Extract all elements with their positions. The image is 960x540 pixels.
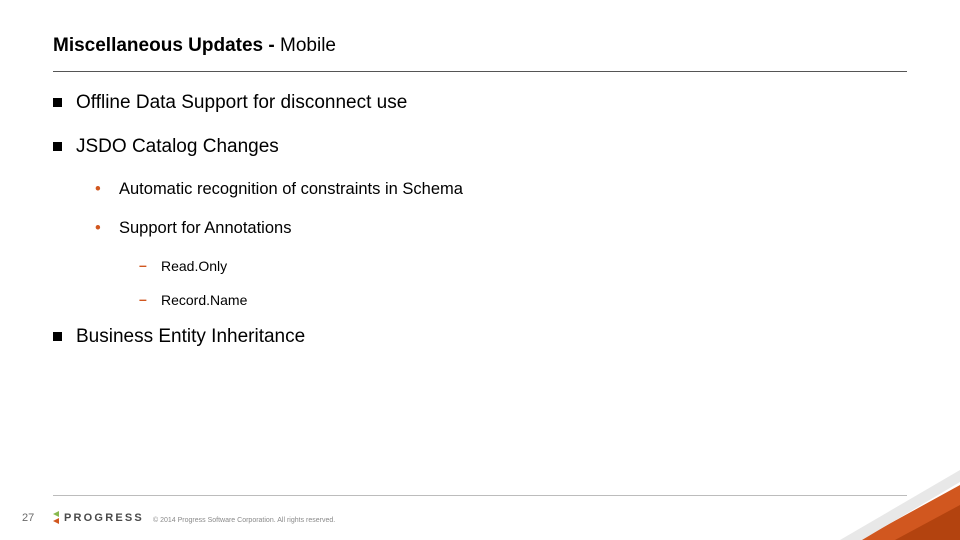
bullet-text: Record.Name — [161, 292, 247, 308]
title-rest: Mobile — [280, 35, 336, 56]
bullet-level1: Business Entity Inheritance — [53, 326, 907, 348]
page-number: 27 — [22, 512, 34, 524]
content-area: Offline Data Support for disconnect use … — [53, 92, 907, 370]
bullet-level2: • Automatic recognition of constraints i… — [95, 180, 907, 199]
square-bullet-icon — [53, 98, 62, 107]
dash-bullet-icon: – — [139, 258, 153, 273]
bullet-text: JSDO Catalog Changes — [76, 136, 279, 158]
dot-bullet-icon: • — [95, 180, 109, 198]
bullet-text: Business Entity Inheritance — [76, 326, 305, 348]
logo-text: PROGRESS — [64, 512, 144, 524]
bullet-text: Read.Only — [161, 258, 227, 274]
bullet-text: Automatic recognition of constraints in … — [119, 180, 463, 199]
bullet-text: Support for Annotations — [119, 219, 291, 238]
bullet-level3: – Read.Only — [139, 258, 907, 274]
dot-bullet-icon: • — [95, 219, 109, 237]
progress-logo: PROGRESS — [53, 508, 144, 528]
footer: 27 PROGRESS © 2014 Progress Software Cor… — [0, 496, 960, 540]
square-bullet-icon — [53, 142, 62, 151]
dash-bullet-icon: – — [139, 292, 153, 307]
title-bold: Miscellaneous Updates - — [53, 35, 280, 56]
bullet-level2: • Support for Annotations — [95, 219, 907, 238]
slide: Miscellaneous Updates - Mobile Offline D… — [0, 0, 960, 540]
bullet-level3: – Record.Name — [139, 292, 907, 308]
slide-title: Miscellaneous Updates - Mobile — [53, 35, 336, 57]
title-divider — [53, 71, 907, 72]
copyright-text: © 2014 Progress Software Corporation. Al… — [153, 517, 335, 524]
progress-logo-icon — [53, 511, 59, 525]
bullet-level1: JSDO Catalog Changes — [53, 136, 907, 158]
square-bullet-icon — [53, 332, 62, 341]
bullet-level1: Offline Data Support for disconnect use — [53, 92, 907, 114]
bullet-text: Offline Data Support for disconnect use — [76, 92, 407, 114]
